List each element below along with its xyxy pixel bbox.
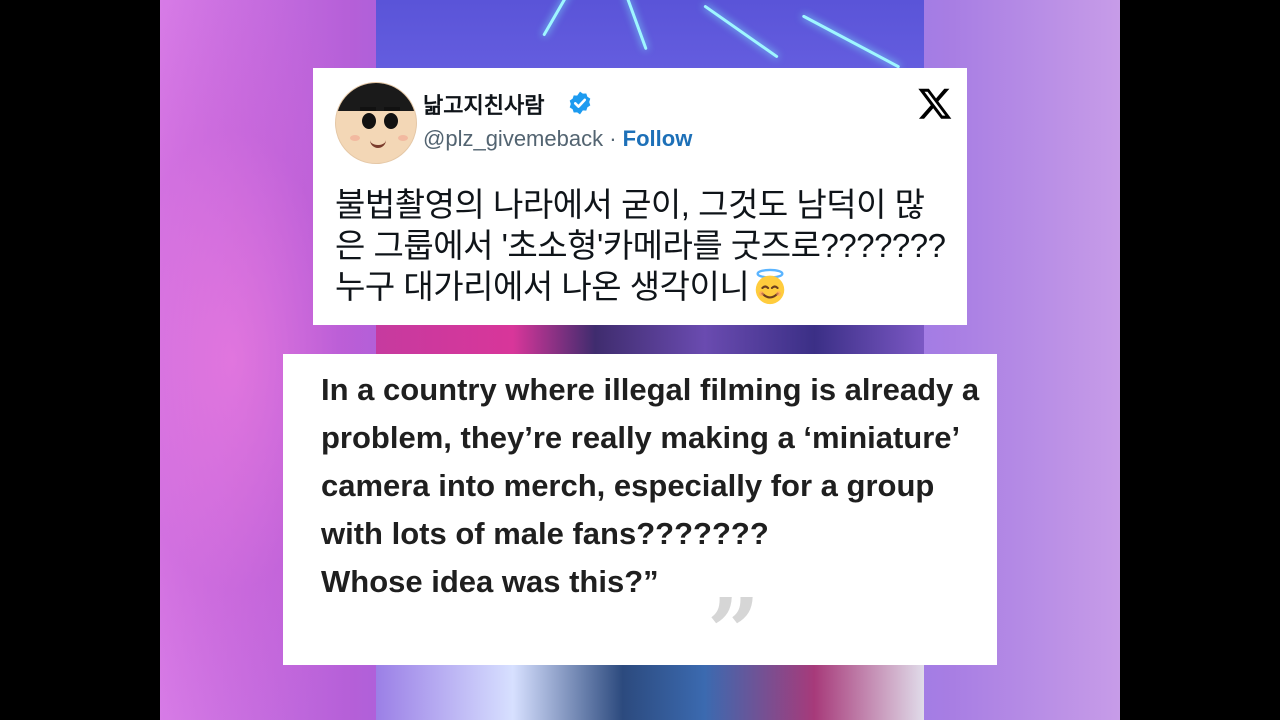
smiling-face-with-halo-icon [755,268,785,305]
cartoon-avatar-icon[interactable] [335,82,417,164]
letterbox-left [0,0,160,720]
translation-card: In a country where illegal filming is al… [283,354,997,678]
tweet-card: 낢고지친사람 @plz_givemeback · Follow 불법촬영의 나라… [313,68,967,325]
tweet-text-line-with-emoji: 누구 대가리에서 나온 생각이니 [335,266,959,307]
tweet-text-line: 누구 대가리에서 나온 생각이니 [335,268,750,305]
closing-quote-mark: ” [707,578,760,686]
verified-badge-icon [569,91,591,115]
stage-floor [376,660,924,720]
letterbox-right [1120,0,1280,720]
tweet-text-line: 불법촬영의 나라에서 굳이, 그것도 남덕이 많 [335,186,925,223]
x-logo-icon[interactable] [917,84,953,122]
user-handle[interactable]: @plz_givemeback [423,126,603,151]
translation-text: In a country where illegal filming is al… [321,372,980,599]
tweet-text: 불법촬영의 나라에서 굳이, 그것도 남덕이 많 은 그룹에서 '초소형'카메라… [335,184,959,307]
follow-button[interactable]: Follow [623,126,693,151]
stage-lights [376,0,924,70]
tweet-text-line: 은 그룹에서 '초소형'카메라를 굿즈로??????? [335,227,946,264]
handle-row: @plz_givemeback · Follow [423,126,692,152]
display-name[interactable]: 낢고지친사람 [423,88,544,120]
separator-dot: · [603,126,623,151]
